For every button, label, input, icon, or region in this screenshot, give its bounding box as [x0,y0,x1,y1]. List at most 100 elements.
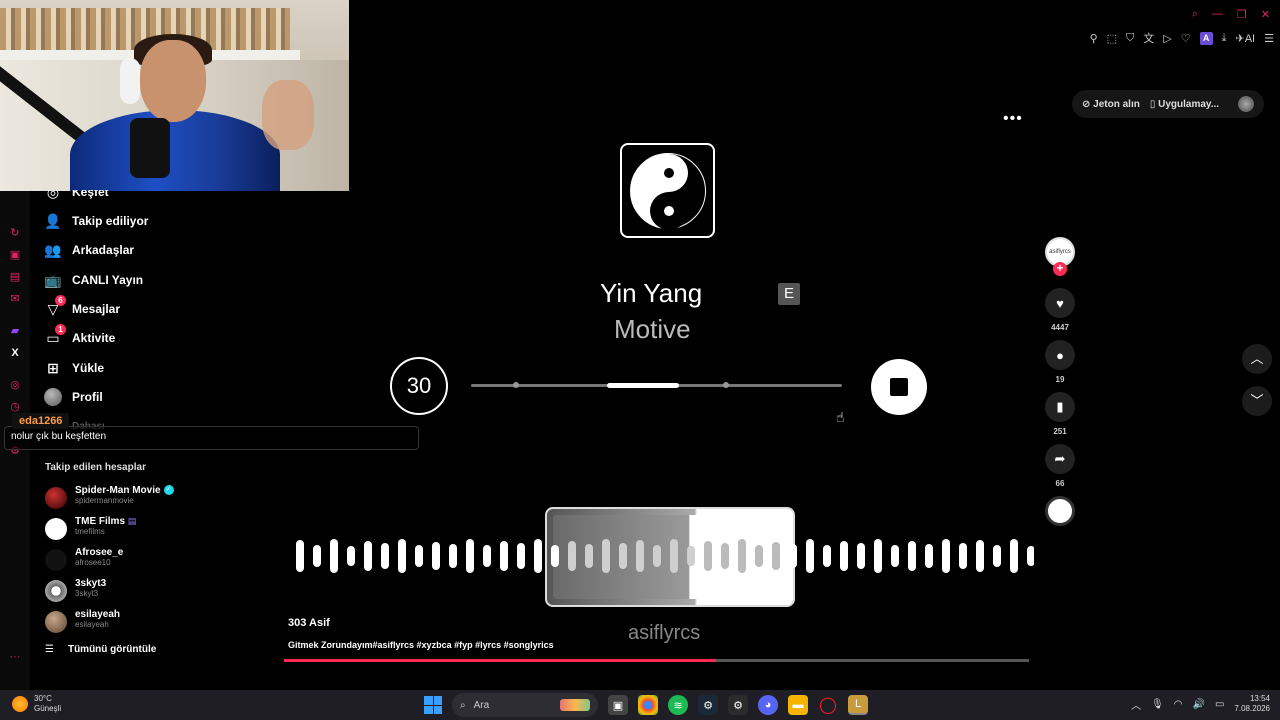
discord-icon[interactable]: ◕ [758,695,778,715]
waveform-bar [874,539,882,573]
comment-button[interactable]: ● 19 [1045,340,1075,384]
nav-item-profile[interactable]: Profil [44,385,103,409]
maximize-icon[interactable]: ❐ [1237,8,1247,21]
video-caption[interactable]: Gitmek Zorundayım#asiflyrcs #xyzbca #fyp… [288,640,554,650]
follow-button[interactable]: + [1053,262,1067,276]
followed-account[interactable]: 3skyt3 3skyt3 [45,578,305,604]
league-icon[interactable]: L [848,695,868,715]
avatar [45,611,67,633]
nav-item-friends[interactable]: 👥 Arkadaşlar [44,238,134,262]
weather-widget[interactable]: 30°C Güneşli [12,694,61,714]
followed-account[interactable]: Spider-Man Movie ✓ spidermanmovie [45,485,305,511]
chrome-icon[interactable] [638,695,658,715]
music-disc-icon[interactable] [1045,496,1075,526]
history-icon[interactable]: ↻ [8,226,22,240]
chevron-up-icon[interactable]: ︿ [1131,697,1141,712]
waveform-bar [619,543,627,569]
waveform-bar [1027,546,1034,566]
nav-item-live[interactable]: 📺 CANLI Yayın [44,268,143,292]
nav-item-following[interactable]: 👤 Takip ediliyor [44,209,148,233]
like-button[interactable]: ♥ 4447 [1045,288,1075,332]
windows-start-icon[interactable] [424,696,442,714]
nav-item-label: Arkadaşlar [72,243,135,257]
friends-icon: 👥 [44,241,62,258]
avatar[interactable] [1238,96,1254,112]
yang-dot [663,205,674,216]
verified-icon: ✓ [163,485,174,496]
clock-icon[interactable]: ◷ [8,400,22,414]
wifi-icon[interactable]: ◠ [1174,699,1183,710]
save-button[interactable]: ▮ 251 [1045,392,1075,436]
weather-text: 30°C Güneşli [34,694,61,714]
extension-icon[interactable]: A [1199,31,1213,45]
task-view-icon[interactable]: ▣ [608,695,628,715]
chat-username: eda1266 [12,413,70,429]
minimize-icon[interactable]: — [1212,8,1223,21]
user-follow-icon: 👤 [44,212,62,229]
account-name-text: Spider-Man Movie [75,485,161,496]
play-icon[interactable]: ▷ [1163,32,1171,45]
avatar [44,388,62,406]
share-count: 66 [1055,479,1065,488]
screenshot-icon[interactable]: ⬚ [1107,32,1117,45]
followed-account[interactable]: Afrosee_e afrosee10 [45,547,305,573]
microphone-icon[interactable]: 🎙 [1151,699,1164,710]
video-author[interactable]: 303 Asif [288,617,330,629]
album-cover [620,143,715,238]
volume-icon[interactable]: 🔊 [1193,699,1205,710]
track-playhead [607,383,679,388]
bag-icon[interactable]: ▣ [8,248,22,262]
previous-video-button[interactable]: ︿ [1242,344,1272,374]
waveform-bar [466,539,474,573]
followed-account[interactable]: TME Films ▤ tmefilms [45,516,305,542]
shield-icon[interactable]: ⛉ [1126,32,1134,45]
heart-icon[interactable]: ♡ [1181,32,1191,45]
waveform-bar [908,541,916,571]
nav-item-activity[interactable]: ▭ 1 Aktivite [44,324,115,350]
steam-icon[interactable]: ⚙ [698,695,718,715]
nav-item-upload[interactable]: ⊞ Yükle [44,356,104,380]
share-button[interactable]: ➦ 66 [1045,444,1075,488]
folder-icon[interactable]: ▬ [788,695,808,715]
nav-item-messages[interactable]: ▽ 6 Mesajlar [44,295,120,321]
waveform-bar [551,545,559,567]
get-coins-button[interactable]: ⊘ Jeton alın [1082,99,1140,110]
mail-icon[interactable]: ✉ [8,292,22,306]
followed-accounts-title: Takip edilen hesaplar [45,462,146,473]
download-icon[interactable]: ⤓ [1222,32,1227,45]
waveform-bar [313,545,321,567]
system-clock[interactable]: 13:54 7.08.2026 [1234,694,1270,714]
menu-icon[interactable]: ☰ [1264,32,1274,45]
spotify-icon[interactable]: ≋ [668,695,688,715]
chevron-down-icon: ﹀ [1250,393,1264,408]
headset-image [120,58,140,104]
get-app-button[interactable]: ▯ Uygulamay... [1150,99,1219,110]
search-icon[interactable]: ⌕ [1192,8,1198,21]
get-app-label: Uygulamay... [1158,98,1220,110]
pin-icon[interactable]: ⚲ [1090,32,1098,45]
wallet-icon[interactable]: ▤ [8,270,22,284]
more-icon[interactable]: ··· [8,650,22,664]
translate-icon[interactable]: 文 [1143,30,1154,46]
video-progress-bar[interactable] [284,659,1029,662]
waveform-bar [670,539,678,573]
waveform-bar [568,541,576,571]
taskbar-search[interactable]: ⌕ Ara [452,693,598,717]
twitch-icon[interactable]: ▰ [8,324,22,338]
close-icon[interactable]: ✕ [1261,8,1270,21]
waveform-bar [449,544,457,568]
waveform-bar [432,542,440,570]
gear-icon[interactable]: ⚙ [728,695,748,715]
followed-account[interactable]: esilayeah esilayeah [45,609,305,635]
x-icon[interactable]: X [8,346,22,360]
battery-icon[interactable]: ▭ [1215,699,1224,710]
waveform-bar [806,539,814,573]
chat-message-text: nolur çık bu keşfetten [4,426,419,450]
opera-icon[interactable]: ◯ [818,695,838,715]
more-options-icon[interactable]: ••• [1003,110,1023,128]
target-icon[interactable]: ◎ [8,378,22,392]
see-all-button[interactable]: ☰ Tümünü görüntüle [45,644,156,655]
ai-icon[interactable]: ✈AI [1236,32,1256,45]
taskbar-apps: ⌕ Ara ▣ ≋ ⚙ ⚙ ◕ ▬ ◯ L [424,693,868,717]
next-video-button[interactable]: ﹀ [1242,386,1272,416]
